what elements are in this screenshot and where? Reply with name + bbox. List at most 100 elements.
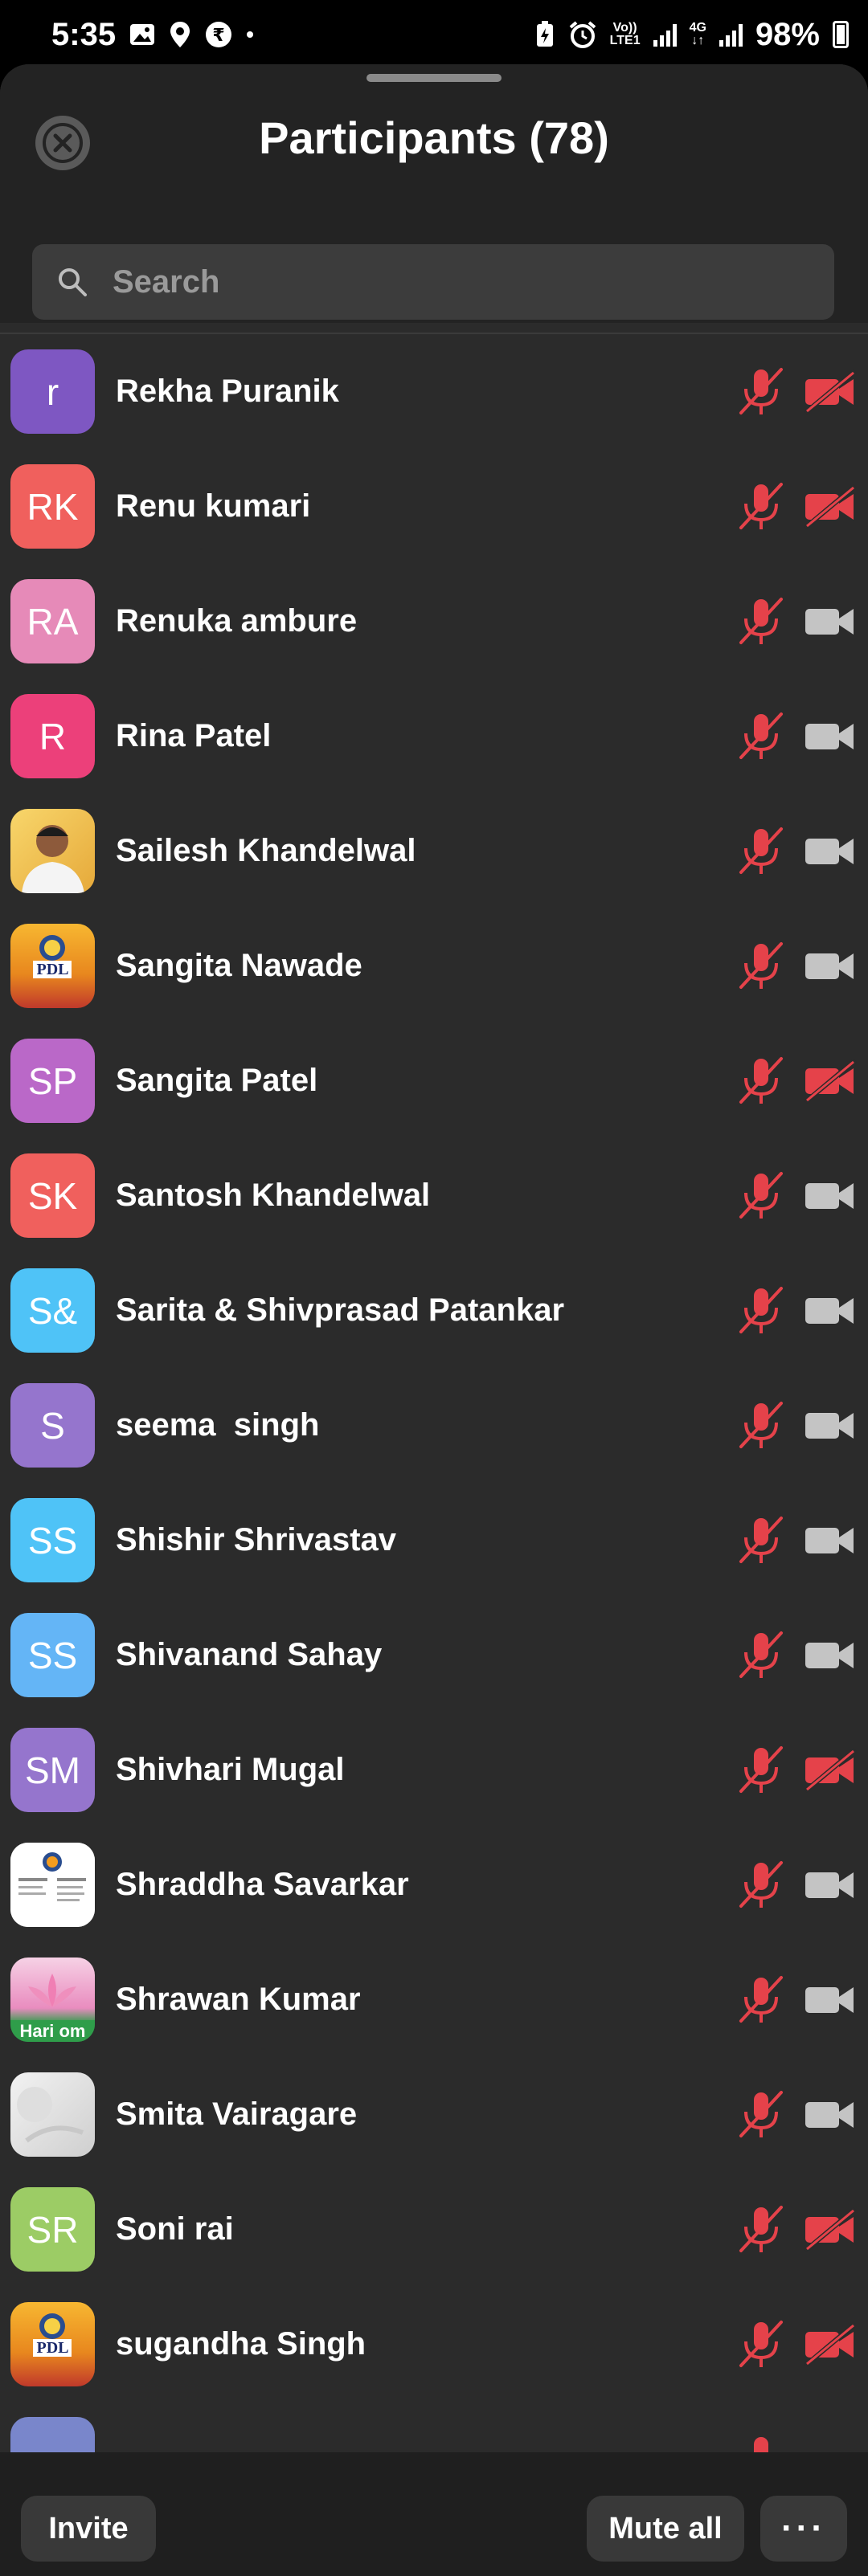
mute-all-button[interactable]: Mute all	[587, 2496, 744, 2562]
participant-row[interactable]: SP Sangita Patel	[0, 1023, 868, 1138]
participant-name: Santosh Khandelwal	[116, 1178, 431, 1213]
participant-row[interactable]: SR Soni rai	[0, 2172, 868, 2287]
mic-muted-icon[interactable]	[735, 480, 788, 533]
camera-off-icon[interactable]	[804, 2322, 857, 2367]
participant-name: sugandha Singh	[116, 2326, 366, 2362]
mic-muted-icon[interactable]	[735, 1628, 788, 1681]
sheet-header: Participants (78)	[0, 64, 868, 323]
participant-row[interactable]: r Rekha Puranik	[0, 334, 868, 449]
mic-muted-icon[interactable]	[735, 1284, 788, 1337]
mic-muted-icon[interactable]	[735, 2317, 788, 2370]
participant-row[interactable]: PDL Sangita Nawade	[0, 908, 868, 1023]
camera-icon[interactable]	[804, 1174, 857, 1219]
participants-sheet: Participants (78) r Rekha Puranik RK Renu k…	[0, 64, 868, 2576]
camera-icon[interactable]	[804, 2092, 857, 2137]
camera-off-icon[interactable]	[804, 484, 857, 529]
mic-muted-icon[interactable]	[735, 1513, 788, 1566]
mic-muted-icon[interactable]	[735, 824, 788, 877]
more-options-button[interactable]: ···	[760, 2496, 847, 2562]
invite-button[interactable]: Invite	[21, 2496, 156, 2562]
participant-name: Shivhari Mugal	[116, 1752, 345, 1787]
camera-icon[interactable]	[804, 944, 857, 989]
search-bar[interactable]	[32, 244, 834, 320]
avatar: SS	[10, 1498, 95, 1582]
participant-list[interactable]: r Rekha Puranik RK Renu kumari RA Renuka ambu…	[0, 334, 868, 2452]
mic-muted-icon[interactable]	[735, 1054, 788, 1107]
camera-off-icon[interactable]	[804, 369, 857, 414]
drag-handle[interactable]	[366, 74, 502, 82]
camera-icon[interactable]	[804, 1288, 857, 1333]
participant-name: Soni rai	[116, 2211, 234, 2247]
participant-name: Sailesh Khandelwal	[116, 833, 416, 868]
camera-off-icon[interactable]	[804, 2207, 857, 2252]
participant-name: Renu kumari	[116, 488, 311, 524]
avatar: r	[10, 349, 95, 434]
alarm-icon	[569, 21, 596, 48]
participant-name: Sangita Patel	[116, 1063, 318, 1098]
participant-row[interactable]: Smita Vairagare	[0, 2057, 868, 2172]
participant-row[interactable]: S& Sarita & Shivprasad Patankar	[0, 1253, 868, 1368]
mic-muted-icon[interactable]	[735, 2432, 788, 2452]
search-input[interactable]	[111, 263, 805, 301]
mic-muted-icon[interactable]	[735, 1973, 788, 2026]
participant-row[interactable]: PDL sugandha Singh	[0, 2287, 868, 2402]
avatar: PDL	[10, 924, 95, 1008]
camera-icon[interactable]	[804, 1863, 857, 1908]
volte-label: Vo))	[612, 21, 637, 35]
camera-icon[interactable]	[804, 1403, 857, 1448]
avatar: S&	[10, 1268, 95, 1353]
camera-icon[interactable]	[804, 1978, 857, 2023]
participant-row[interactable]: R Rina Patel	[0, 679, 868, 794]
search-icon	[59, 268, 87, 296]
participant-name: Shivanand Sahay	[116, 1637, 383, 1672]
4g-label: 4G	[689, 21, 706, 35]
avatar: SR	[10, 2187, 95, 2272]
avatar-logo-text: PDL	[36, 961, 69, 978]
page-title: Participants (78)	[259, 112, 609, 163]
mic-muted-icon[interactable]	[735, 1858, 788, 1911]
avatar: RA	[10, 579, 95, 663]
avatar: SP	[10, 1039, 95, 1123]
participant-row[interactable]: RA Renuka ambure	[0, 564, 868, 679]
rupee-icon: ₹	[206, 22, 232, 47]
signal-icon-2	[719, 22, 743, 47]
participant-name: Shraddha Savarkar	[116, 1867, 409, 1902]
participant-row[interactable]: SM Shivhari Mugal	[0, 1713, 868, 1827]
participant-row[interactable]: SK Santosh Khandelwal	[0, 1138, 868, 1253]
participant-row[interactable]: RK Renu kumari	[0, 449, 868, 564]
participant-name: Rekha Puranik	[116, 374, 339, 409]
mic-muted-icon[interactable]	[735, 1398, 788, 1451]
location-icon	[170, 22, 190, 47]
avatar: RK	[10, 464, 95, 549]
mic-muted-icon[interactable]	[735, 709, 788, 762]
participant-row[interactable]	[0, 2402, 868, 2452]
mic-muted-icon[interactable]	[735, 939, 788, 992]
mic-muted-icon[interactable]	[735, 2088, 788, 2141]
camera-icon[interactable]	[804, 714, 857, 759]
mic-muted-icon[interactable]	[735, 1743, 788, 1796]
camera-icon[interactable]	[804, 1518, 857, 1563]
camera-icon[interactable]	[804, 829, 857, 874]
avatar: Hari om	[10, 1958, 95, 2042]
mic-muted-icon[interactable]	[735, 594, 788, 647]
lte-label: LTE1	[609, 34, 641, 47]
camera-off-icon[interactable]	[804, 1748, 857, 1793]
participant-row[interactable]: Sseema singh	[0, 1368, 868, 1483]
notification-dot-icon: •	[246, 22, 254, 47]
participant-row[interactable]: Shraddha Savarkar	[0, 1827, 868, 1942]
avatar: PDL	[10, 2302, 95, 2386]
participant-name: Rina Patel	[116, 718, 272, 753]
participant-row[interactable]: Sailesh Khandelwal	[0, 794, 868, 908]
participant-row[interactable]: Hari om Shrawan Kumar	[0, 1942, 868, 2057]
camera-off-icon[interactable]	[804, 1059, 857, 1104]
participant-name: Smita Vairagare	[116, 2096, 358, 2132]
mic-muted-icon[interactable]	[735, 1169, 788, 1222]
mic-muted-icon[interactable]	[735, 2202, 788, 2256]
participant-row[interactable]: SS Shishir Shrivastav	[0, 1483, 868, 1598]
camera-icon[interactable]	[804, 599, 857, 644]
camera-icon[interactable]	[804, 1633, 857, 1678]
mic-muted-icon[interactable]	[735, 365, 788, 418]
avatar: SK	[10, 1153, 95, 1238]
status-left: 5:35 ₹ •	[51, 17, 254, 53]
participant-row[interactable]: SS Shivanand Sahay	[0, 1598, 868, 1713]
